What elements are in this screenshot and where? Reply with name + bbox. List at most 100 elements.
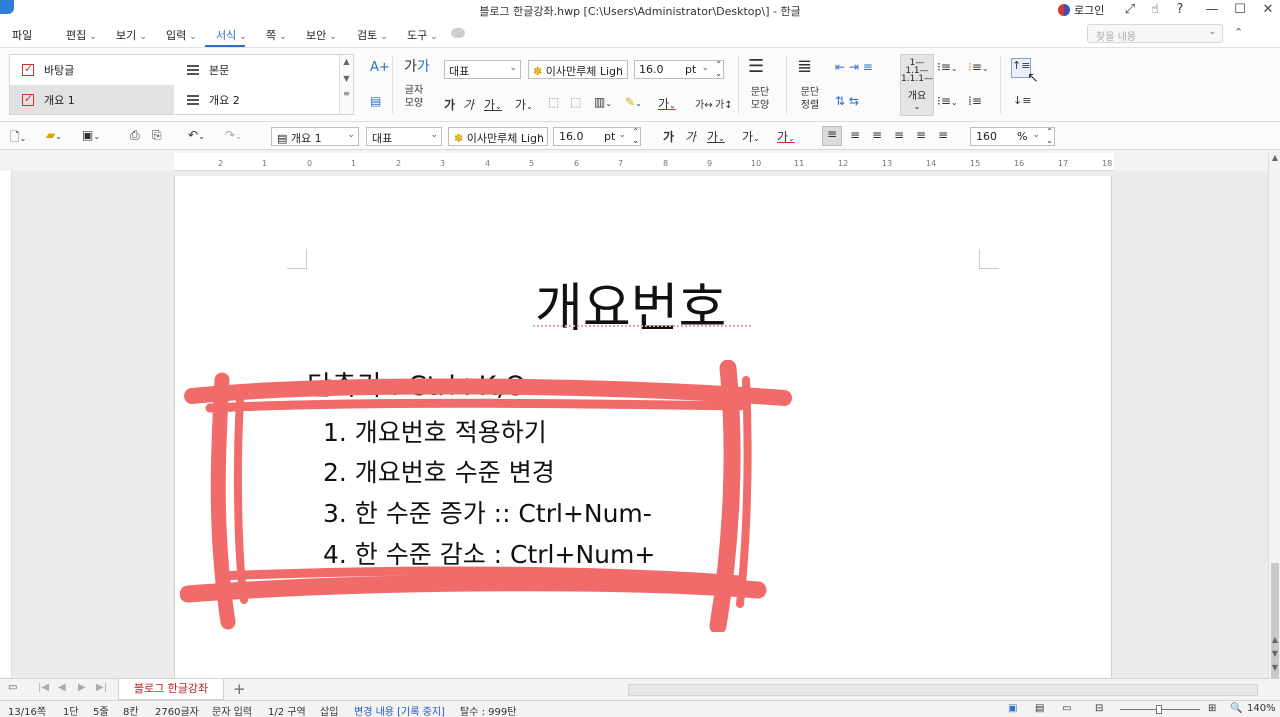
font-shape-icon[interactable]: 가가 [404,56,430,76]
first-tab-icon[interactable]: |◀ [38,682,49,693]
outline-button[interactable]: 1— 1.1— 1.1.1— 개요 ⌄ [900,54,934,116]
border-icon[interactable]: ▥⌄ [594,95,612,109]
status-count[interactable]: 2760글자 [155,703,199,717]
align-left-icon[interactable]: ≡ [850,128,860,142]
new-document-icon[interactable]: 🗋⌄ [10,128,26,149]
outline-item[interactable]: 2. 개요번호 수준 변경 [323,453,555,489]
zoom-in-icon[interactable]: ⊞ [1208,703,1216,714]
open-folder-icon[interactable]: ▰⌄ [46,128,62,142]
tab-document[interactable]: 블로그 한글강좌 [118,679,224,700]
style-select[interactable]: ▤ 개요 1 ⌄ [271,127,359,146]
touch-mode-icon[interactable]: ☝ [1145,1,1165,19]
menu-format[interactable]: 서식 ⌄ [216,27,247,43]
align-center-icon[interactable]: ≡ [872,128,882,142]
print-icon[interactable]: ⎙ [130,128,140,143]
shadow-text-icon[interactable]: ⬚ [570,95,581,109]
bold-button[interactable]: 가 [663,128,674,145]
font-color-button[interactable]: 가⌄ [777,128,795,145]
picture-bullet-icon[interactable]: ⁝≡⌄ [968,60,989,74]
status-track-changes[interactable]: 변경 내용 [기록 중지] [354,703,445,717]
vertical-ruler[interactable] [0,171,12,677]
numbered-list-icon[interactable]: ⁝≡⌄ [937,94,958,108]
menu-edit[interactable]: 편집 ⌄ [66,27,97,43]
font-size-input[interactable]: 16.0 pt ⌄ ⌃ ⌄ [634,60,724,79]
prev-tab-icon[interactable]: ◀ [58,682,66,693]
outline-item[interactable]: 1. 개요번호 적용하기 [323,413,547,449]
add-tab-button[interactable]: + [233,680,246,698]
font-name-select[interactable]: ✽ 이사만루체 Ligh ⌄ [448,127,548,146]
font-color-button[interactable]: 가⌄ [658,95,676,112]
font-name-select[interactable]: ✽ 이사만루체 Ligh ⌄ [528,60,628,79]
italic-button[interactable]: 가 [685,128,696,145]
font-shape-button[interactable]: 글자 모양 [400,84,428,110]
menu-view[interactable]: 보기 ⌄ [116,27,147,43]
expand-icon[interactable]: ≡ [340,89,353,98]
paragraph-align-button[interactable]: 문단 정렬 [796,86,824,112]
highlight-icon[interactable]: ✎⌄ [625,95,642,109]
zoom-out-icon[interactable]: ⊟ [1095,703,1103,714]
web-view-icon[interactable]: ▤ [1035,703,1044,714]
page-view-icon[interactable]: ▭ [1062,703,1071,714]
strike-button[interactable]: 가⌄ [515,96,533,113]
print-preview-icon[interactable]: ⎘ [152,128,162,143]
zoom-icon[interactable]: 🔍 [1230,703,1242,714]
style-item[interactable]: 바탕글 [10,55,174,84]
help-icon[interactable]: ? [1170,1,1190,19]
scroll-down-icon[interactable]: ▼ [1269,663,1280,675]
italic-button[interactable]: 가 [463,96,474,113]
minimize-icon[interactable]: — [1202,1,1222,19]
vertical-scrollbar[interactable]: ▲ ▲ ▼ ▼ [1268,153,1280,717]
outline-item[interactable]: 4. 한 수준 감소 : Ctrl+Num+ [323,535,655,571]
align-justify-icon[interactable]: ≡ [822,126,842,146]
zoom-slider-handle[interactable] [1156,705,1162,714]
paragraph-shape-icon[interactable]: ☰ [748,56,764,77]
style-gallery-scroll[interactable]: ▲ ▼ ≡ [339,55,353,114]
decrease-level-icon[interactable]: ↓≡ [1013,94,1031,107]
status-zoom[interactable]: 140% [1247,703,1276,714]
status-insert[interactable]: 삽입 [320,703,338,717]
style-item[interactable]: 개요 1 [10,85,174,114]
spinner-icon[interactable]: ⌃ ⌄ [632,128,639,145]
underline-button[interactable]: 가⌄ [707,128,725,145]
menu-security[interactable]: 보안 ⌄ [306,27,337,43]
style-item[interactable]: 개요 2 [175,85,339,114]
maximize-icon[interactable]: ☐ [1230,1,1250,19]
horizontal-scrollbar[interactable] [628,684,1258,696]
redo-icon[interactable]: ↷⌄ [225,128,242,142]
char-width-icon[interactable]: 가↕ [715,96,733,111]
underline-button[interactable]: 가⌄ [484,96,502,113]
outline-text-icon[interactable]: ⬚ [548,95,559,109]
undo-icon[interactable]: ↶⌄ [188,128,205,142]
outline-item[interactable]: 3. 한 수준 증가 :: Ctrl+Num- [323,494,652,530]
fullscreen-icon[interactable]: ⤢ [1120,1,1140,19]
font-size-input[interactable]: 16.0 pt ⌄ ⌃ ⌄ [553,127,641,146]
style-apply-icon[interactable]: ▤ [370,94,381,108]
normal-view-icon[interactable]: ▣ [1008,703,1017,714]
tab-list-icon[interactable]: ▭ [8,682,17,693]
login-button[interactable]: 로그인 [1058,2,1104,18]
scroll-up-icon[interactable]: ▲ [1269,153,1280,165]
align-distribute-icon[interactable]: ≡ [916,128,926,142]
style-item[interactable]: 본문 [175,55,339,84]
scroll-up-icon[interactable]: ▲ [1269,635,1280,647]
bold-button[interactable]: 가 [444,96,455,113]
menu-file[interactable]: 파일 [12,27,32,43]
font-group-select[interactable]: 대표 ⌄ [366,127,442,146]
chevron-up-icon[interactable]: ▲ [340,57,353,66]
horizontal-ruler[interactable]: 2 1 0 1 2 3 4 5 6 7 8 9 10 11 12 13 14 1… [174,153,1114,171]
paragraph-align-icon[interactable]: ≣ [797,56,812,77]
list-level-icon[interactable]: ⁞≡ [968,94,982,108]
status-input-mode[interactable]: 문자 입력 [212,703,252,717]
paragraph-shape-button[interactable]: 문단 모양 [746,86,774,112]
spinner-icon[interactable]: ⌃ ⌄ [1046,128,1053,145]
close-icon[interactable]: ✕ [1258,1,1278,19]
menu-page[interactable]: 쪽 ⌄ [266,27,287,43]
line-spacing-input[interactable]: 160 % ⌄ ⌃ ⌄ [970,127,1055,146]
strike-button[interactable]: 가⌄ [742,128,760,145]
menu-tools[interactable]: 도구 ⌄ [407,27,438,43]
cloud-icon[interactable] [451,28,465,38]
line-spacing-icon[interactable]: ⇅ ⇆ [835,94,859,108]
find-input[interactable]: 찾을 내용 ⌄ [1087,24,1223,43]
menu-insert[interactable]: 입력 ⌄ [166,27,197,43]
spinner-icon[interactable]: ⌃ ⌄ [715,61,722,78]
